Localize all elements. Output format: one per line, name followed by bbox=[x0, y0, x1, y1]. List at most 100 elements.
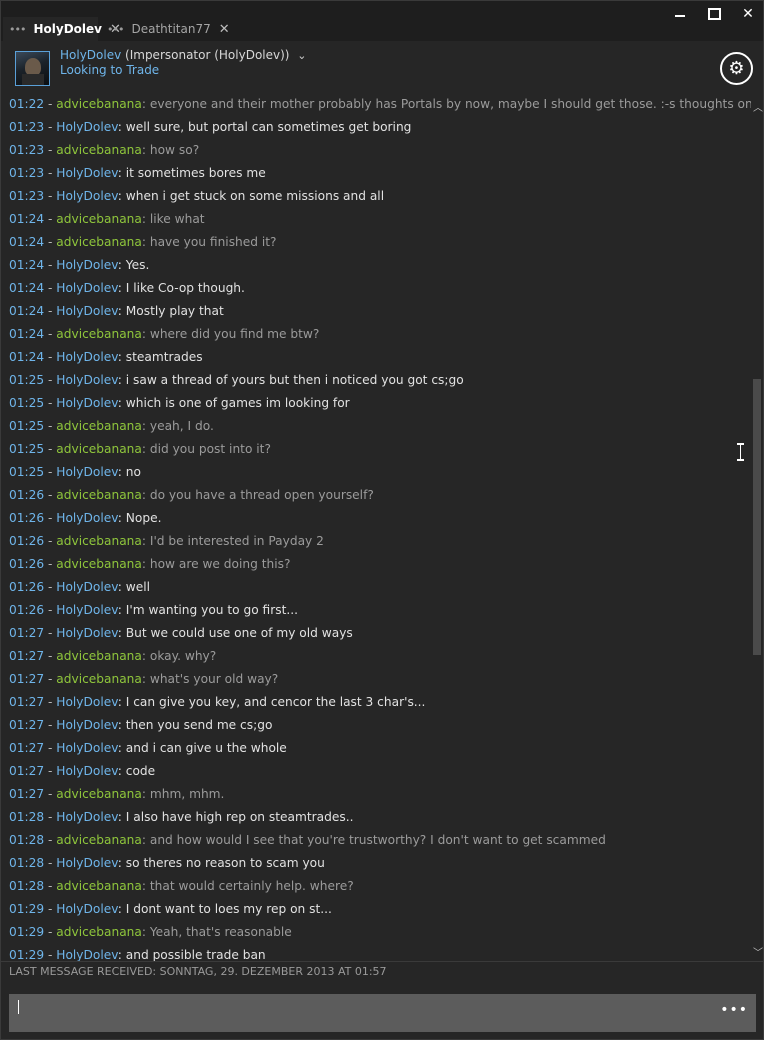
chat-message: 01:25 - advicebanana: did you post into … bbox=[9, 442, 271, 456]
message-sender[interactable]: advicebanana bbox=[56, 143, 142, 157]
chat-message: 01:26 - HolyDolev: I'm wanting you to go… bbox=[9, 603, 298, 617]
message-sender[interactable]: advicebanana bbox=[56, 212, 142, 226]
message-timestamp: 01:28 bbox=[9, 833, 45, 847]
chat-message: 01:22 - advicebanana: everyone and their… bbox=[9, 93, 751, 116]
chat-message: 01:26 - advicebanana: do you have a thre… bbox=[9, 488, 374, 502]
message-sender[interactable]: advicebanana bbox=[56, 833, 142, 847]
scroll-down-arrow-icon[interactable]: ﹀ bbox=[753, 944, 763, 959]
avatar[interactable] bbox=[15, 51, 50, 86]
message-sender[interactable]: HolyDolev bbox=[56, 626, 118, 640]
message-text: I also have high rep on steamtrades.. bbox=[125, 810, 354, 824]
more-icon[interactable]: ••• bbox=[720, 1002, 748, 1018]
tab-label: Deathtitan77 bbox=[131, 22, 211, 36]
message-sender[interactable]: HolyDolev bbox=[56, 856, 118, 870]
message-sender[interactable]: advicebanana bbox=[56, 97, 142, 111]
message-text: Nope. bbox=[125, 511, 162, 525]
message-sender[interactable]: advicebanana bbox=[56, 649, 142, 663]
message-timestamp: 01:24 bbox=[9, 350, 45, 364]
message-sender[interactable]: HolyDolev bbox=[56, 764, 118, 778]
minimize-button[interactable] bbox=[671, 5, 689, 23]
message-text: okay. why? bbox=[149, 649, 217, 663]
message-sender[interactable]: HolyDolev bbox=[56, 166, 118, 180]
message-text: when i get stuck on some missions and al… bbox=[125, 189, 385, 203]
message-timestamp: 01:29 bbox=[9, 925, 45, 939]
message-sender[interactable]: HolyDolev bbox=[56, 902, 118, 916]
chat-message: 01:28 - HolyDolev: so theres no reason t… bbox=[9, 856, 325, 870]
input-caret bbox=[18, 1000, 19, 1014]
tab-deathtitan77[interactable]: ••• Deathtitan77 ✕ bbox=[101, 17, 230, 41]
message-sender[interactable]: HolyDolev bbox=[56, 396, 118, 410]
chat-log[interactable]: 01:22 - advicebanana: everyone and their… bbox=[1, 93, 751, 961]
message-text: how so? bbox=[149, 143, 200, 157]
message-sender[interactable]: advicebanana bbox=[56, 327, 142, 341]
gear-icon[interactable]: ⚙ bbox=[720, 52, 753, 85]
window-controls: ✕ bbox=[671, 5, 757, 23]
tab-bar: ••• HolyDolev ✕ ••• Deathtitan77 ✕ ✕ bbox=[1, 1, 763, 41]
message-sender[interactable]: HolyDolev bbox=[56, 603, 118, 617]
message-text: code bbox=[125, 764, 156, 778]
message-timestamp: 01:25 bbox=[9, 442, 45, 456]
friend-name[interactable]: HolyDolev (Impersonator (HolyDolev)) ⌄ bbox=[60, 48, 307, 62]
message-text: i saw a thread of yours but then i notic… bbox=[125, 373, 464, 387]
message-sender[interactable]: HolyDolev bbox=[56, 373, 118, 387]
scrollbar-thumb[interactable] bbox=[753, 379, 761, 655]
message-sender[interactable]: HolyDolev bbox=[56, 350, 118, 364]
message-sender[interactable]: advicebanana bbox=[56, 672, 142, 686]
message-sender[interactable]: HolyDolev bbox=[56, 741, 118, 755]
message-timestamp: 01:26 bbox=[9, 488, 45, 502]
tab-holydolev[interactable]: ••• HolyDolev ✕ bbox=[3, 17, 121, 41]
close-icon[interactable]: ✕ bbox=[219, 22, 230, 37]
ellipsis-icon[interactable]: ••• bbox=[9, 23, 26, 36]
message-sender[interactable]: HolyDolev bbox=[56, 695, 118, 709]
message-sender[interactable]: advicebanana bbox=[56, 557, 142, 571]
message-text: then you send me cs;go bbox=[125, 718, 273, 732]
maximize-button[interactable] bbox=[705, 5, 723, 23]
message-timestamp: 01:28 bbox=[9, 810, 45, 824]
chat-message: 01:24 - HolyDolev: Mostly play that bbox=[9, 304, 224, 318]
chat-message: 01:27 - HolyDolev: I can give you key, a… bbox=[9, 695, 426, 709]
message-timestamp: 01:24 bbox=[9, 235, 45, 249]
ellipsis-icon[interactable]: ••• bbox=[107, 23, 124, 36]
chat-message: 01:25 - HolyDolev: no bbox=[9, 465, 141, 479]
message-sender[interactable]: advicebanana bbox=[56, 419, 142, 433]
message-sender[interactable]: advicebanana bbox=[56, 925, 142, 939]
message-sender[interactable]: advicebanana bbox=[56, 488, 142, 502]
chat-message: 01:27 - HolyDolev: code bbox=[9, 764, 156, 778]
message-timestamp: 01:28 bbox=[9, 856, 45, 870]
message-text: Mostly play that bbox=[125, 304, 224, 318]
message-timestamp: 01:24 bbox=[9, 281, 45, 295]
message-sender[interactable]: HolyDolev bbox=[56, 258, 118, 272]
scroll-up-arrow-icon[interactable]: ︿ bbox=[753, 99, 763, 114]
chat-message: 01:24 - advicebanana: have you finished … bbox=[9, 235, 277, 249]
message-sender[interactable]: HolyDolev bbox=[56, 189, 118, 203]
chat-message: 01:25 - HolyDolev: i saw a thread of you… bbox=[9, 373, 464, 387]
message-timestamp: 01:26 bbox=[9, 511, 45, 525]
chat-message: 01:27 - advicebanana: what's your old wa… bbox=[9, 672, 279, 686]
message-sender[interactable]: HolyDolev bbox=[56, 948, 118, 961]
chat-message: 01:24 - HolyDolev: I like Co-op though. bbox=[9, 281, 245, 295]
message-sender[interactable]: HolyDolev bbox=[56, 281, 118, 295]
message-sender[interactable]: advicebanana bbox=[56, 235, 142, 249]
message-text: yeah, I do. bbox=[149, 419, 214, 433]
message-sender[interactable]: HolyDolev bbox=[56, 465, 118, 479]
message-sender[interactable]: HolyDolev bbox=[56, 810, 118, 824]
message-sender[interactable]: HolyDolev bbox=[56, 511, 118, 525]
chat-message: 01:24 - HolyDolev: Yes. bbox=[9, 258, 150, 272]
message-sender[interactable]: HolyDolev bbox=[56, 304, 118, 318]
message-sender[interactable]: HolyDolev bbox=[56, 718, 118, 732]
chevron-down-icon[interactable]: ⌄ bbox=[297, 49, 306, 62]
message-sender[interactable]: advicebanana bbox=[56, 442, 142, 456]
message-text: how are we doing this? bbox=[149, 557, 291, 571]
message-sender[interactable]: advicebanana bbox=[56, 787, 142, 801]
scrollbar[interactable]: ︿ ﹀ bbox=[751, 93, 763, 961]
message-sender[interactable]: HolyDolev bbox=[56, 120, 118, 134]
message-sender[interactable]: advicebanana bbox=[56, 879, 142, 893]
message-text: where did you find me btw? bbox=[149, 327, 320, 341]
close-window-button[interactable]: ✕ bbox=[739, 5, 757, 23]
message-input[interactable]: ••• bbox=[9, 994, 756, 1032]
message-text: it sometimes bores me bbox=[125, 166, 266, 180]
message-timestamp: 01:27 bbox=[9, 695, 45, 709]
message-sender[interactable]: advicebanana bbox=[56, 534, 142, 548]
message-text: have you finished it? bbox=[149, 235, 277, 249]
message-sender[interactable]: HolyDolev bbox=[56, 580, 118, 594]
